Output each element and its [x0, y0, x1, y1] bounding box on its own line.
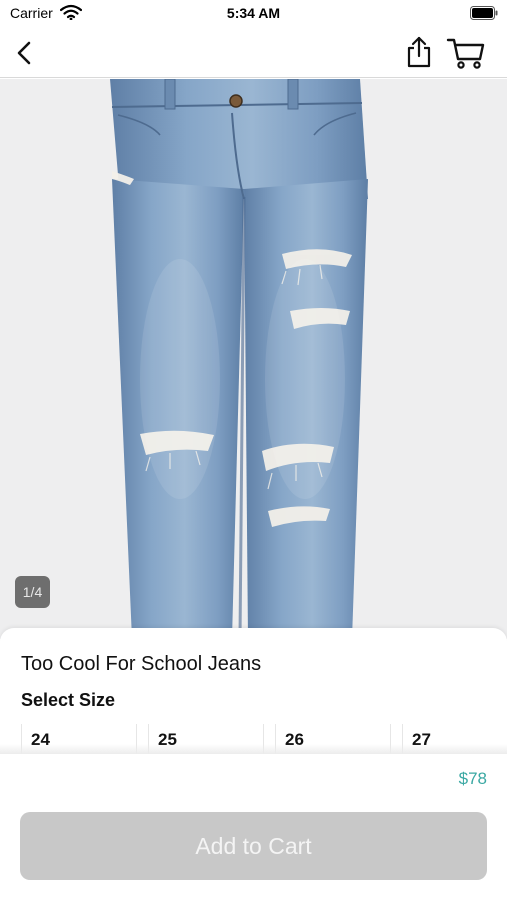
product-image[interactable]: 1/4	[0, 79, 507, 639]
back-chevron-icon[interactable]	[12, 38, 38, 68]
status-time: 5:34 AM	[226, 5, 281, 21]
status-bar: Carrier 5:34 AM	[0, 0, 507, 30]
share-icon[interactable]	[403, 35, 435, 69]
sizes-scroll-fade	[0, 744, 507, 754]
select-size-label: Select Size	[21, 690, 116, 710]
add-to-cart-button[interactable]: Add to Cart	[20, 812, 487, 880]
jeans-photo	[0, 79, 507, 639]
battery-icon	[470, 6, 498, 20]
product-details-sheet: Too Cool For School Jeans Select Size 24…	[0, 628, 507, 900]
product-price: $78	[458, 769, 487, 788]
image-counter-badge: 1/4	[15, 576, 50, 608]
nav-bar	[0, 30, 507, 78]
product-title: Too Cool For School Jeans	[21, 653, 262, 675]
cart-icon[interactable]	[446, 36, 486, 70]
